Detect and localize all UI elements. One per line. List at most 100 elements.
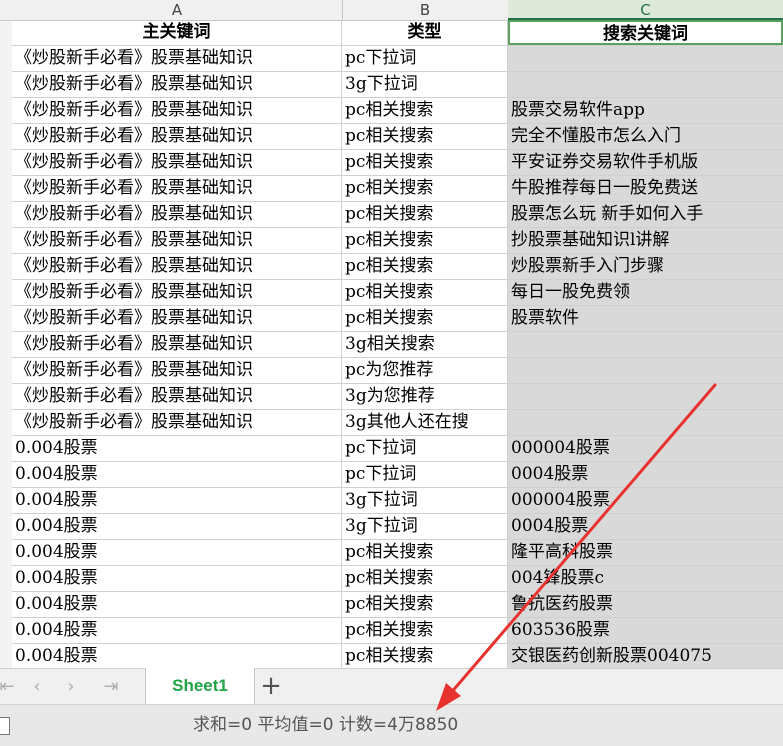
- cell-search-keyword[interactable]: 0004股票: [508, 462, 783, 487]
- cell-search-keyword[interactable]: 股票交易软件app: [508, 98, 783, 123]
- column-headers: A B C: [0, 0, 783, 21]
- cell-main-keyword[interactable]: 0.004股票: [12, 436, 342, 461]
- cell-type[interactable]: pc相关搜索: [342, 176, 508, 201]
- cell-search-keyword[interactable]: 抄股票基础知识l讲解: [508, 228, 783, 253]
- cell-search-keyword[interactable]: 完全不懂股市怎么入门: [508, 124, 783, 149]
- cell-search-keyword[interactable]: [508, 384, 783, 409]
- table-row: 《炒股新手必看》股票基础知识 3g其他人还在搜: [12, 410, 783, 436]
- cell-type[interactable]: pc相关搜索: [342, 644, 508, 669]
- table-row: 《炒股新手必看》股票基础知识 pc为您推荐: [12, 358, 783, 384]
- cell-type[interactable]: 3g下拉词: [342, 488, 508, 513]
- prev-sheet-icon[interactable]: ‹: [22, 669, 52, 705]
- cell-search-keyword[interactable]: 每日一股免费领: [508, 280, 783, 305]
- cell-main-keyword[interactable]: 《炒股新手必看》股票基础知识: [12, 202, 342, 227]
- sheet-tab-bar: ⇤ ‹ › ⇥ Sheet1 +: [0, 668, 783, 705]
- cell-search-keyword[interactable]: 隆平高科股票: [508, 540, 783, 565]
- cell-search-keyword[interactable]: 004锋股票c: [508, 566, 783, 591]
- cell-main-keyword[interactable]: 《炒股新手必看》股票基础知识: [12, 410, 342, 435]
- table-row: 《炒股新手必看》股票基础知识 pc相关搜索 每日一股免费领: [12, 280, 783, 306]
- header-cell-main-keyword[interactable]: 主关键词: [12, 20, 342, 45]
- cell-search-keyword[interactable]: 牛股推荐每日一股免费送: [508, 176, 783, 201]
- header-cell-search-keyword[interactable]: 搜索关键词: [508, 20, 783, 45]
- cell-type[interactable]: 3g相关搜索: [342, 332, 508, 357]
- cell-main-keyword[interactable]: 《炒股新手必看》股票基础知识: [12, 46, 342, 71]
- column-header-a[interactable]: A: [12, 0, 343, 20]
- cell-main-keyword[interactable]: 0.004股票: [12, 618, 342, 643]
- cell-search-keyword[interactable]: 炒股票新手入门步骤: [508, 254, 783, 279]
- cell-type[interactable]: pc相关搜索: [342, 280, 508, 305]
- cell-type[interactable]: 3g为您推荐: [342, 384, 508, 409]
- cell-type[interactable]: pc下拉词: [342, 462, 508, 487]
- cell-type[interactable]: pc相关搜索: [342, 540, 508, 565]
- cell-type[interactable]: pc相关搜索: [342, 150, 508, 175]
- cell-search-keyword[interactable]: [508, 358, 783, 383]
- cell-main-keyword[interactable]: 《炒股新手必看》股票基础知识: [12, 72, 342, 97]
- cell-main-keyword[interactable]: 0.004股票: [12, 566, 342, 591]
- cell-search-keyword[interactable]: 股票软件: [508, 306, 783, 331]
- sheet-tab-sheet1[interactable]: Sheet1: [145, 668, 255, 704]
- next-sheet-icon[interactable]: ›: [56, 669, 86, 705]
- cell-type[interactable]: pc下拉词: [342, 436, 508, 461]
- row-number-gutter: [0, 0, 12, 670]
- cell-type[interactable]: 3g下拉词: [342, 72, 508, 97]
- cell-main-keyword[interactable]: 《炒股新手必看》股票基础知识: [12, 280, 342, 305]
- cell-type[interactable]: pc为您推荐: [342, 358, 508, 383]
- cell-main-keyword[interactable]: 《炒股新手必看》股票基础知识: [12, 384, 342, 409]
- cell-search-keyword[interactable]: 000004股票: [508, 488, 783, 513]
- cell-type[interactable]: pc相关搜索: [342, 124, 508, 149]
- cell-main-keyword[interactable]: 《炒股新手必看》股票基础知识: [12, 254, 342, 279]
- status-summary: 求和=0 平均值=0 计数=4万8850: [193, 715, 459, 735]
- cell-type[interactable]: pc相关搜索: [342, 306, 508, 331]
- cell-main-keyword[interactable]: 0.004股票: [12, 592, 342, 617]
- cell-type[interactable]: pc下拉词: [342, 46, 508, 71]
- cell-type[interactable]: pc相关搜索: [342, 566, 508, 591]
- cell-main-keyword[interactable]: 《炒股新手必看》股票基础知识: [12, 124, 342, 149]
- cell-search-keyword[interactable]: [508, 72, 783, 97]
- cell-main-keyword[interactable]: 0.004股票: [12, 462, 342, 487]
- cell-type[interactable]: pc相关搜索: [342, 592, 508, 617]
- cell-main-keyword[interactable]: 0.004股票: [12, 514, 342, 539]
- cell-main-keyword[interactable]: 《炒股新手必看》股票基础知识: [12, 358, 342, 383]
- table-row: 《炒股新手必看》股票基础知识 pc相关搜索 完全不懂股市怎么入门: [12, 124, 783, 150]
- table-row: 0.004股票 pc相关搜索 鲁抗医药股票: [12, 592, 783, 618]
- cell-type[interactable]: 3g下拉词: [342, 514, 508, 539]
- cell-main-keyword[interactable]: 《炒股新手必看》股票基础知识: [12, 150, 342, 175]
- header-cell-type[interactable]: 类型: [342, 20, 508, 45]
- column-header-c[interactable]: C: [508, 0, 783, 20]
- table-row: 0.004股票 pc相关搜索 004锋股票c: [12, 566, 783, 592]
- table-row: 0.004股票 pc下拉词 0004股票: [12, 462, 783, 488]
- cell-search-keyword[interactable]: 股票怎么玩 新手如何入手: [508, 202, 783, 227]
- cell-type[interactable]: pc相关搜索: [342, 98, 508, 123]
- cell-search-keyword[interactable]: 0004股票: [508, 514, 783, 539]
- first-sheet-icon[interactable]: ⇤: [0, 669, 22, 705]
- cell-type[interactable]: pc相关搜索: [342, 228, 508, 253]
- table-row: 《炒股新手必看》股票基础知识 3g下拉词: [12, 72, 783, 98]
- cell-type[interactable]: pc相关搜索: [342, 618, 508, 643]
- table-row: 《炒股新手必看》股票基础知识 pc相关搜索 平安证券交易软件手机版: [12, 150, 783, 176]
- cell-search-keyword[interactable]: [508, 46, 783, 71]
- cell-main-keyword[interactable]: 《炒股新手必看》股票基础知识: [12, 306, 342, 331]
- cell-search-keyword[interactable]: 平安证券交易软件手机版: [508, 150, 783, 175]
- cell-main-keyword[interactable]: 0.004股票: [12, 644, 342, 669]
- cell-search-keyword[interactable]: 603536股票: [508, 618, 783, 643]
- cell-main-keyword[interactable]: 《炒股新手必看》股票基础知识: [12, 332, 342, 357]
- document-icon: [0, 717, 10, 735]
- cell-main-keyword[interactable]: 《炒股新手必看》股票基础知识: [12, 176, 342, 201]
- last-sheet-icon[interactable]: ⇥: [96, 669, 126, 705]
- add-sheet-button[interactable]: +: [256, 669, 286, 705]
- cell-type[interactable]: pc相关搜索: [342, 254, 508, 279]
- table-row: 0.004股票 pc相关搜索 隆平高科股票: [12, 540, 783, 566]
- cell-search-keyword[interactable]: 交银医药创新股票004075: [508, 644, 783, 669]
- cell-search-keyword[interactable]: [508, 410, 783, 435]
- cell-search-keyword[interactable]: 鲁抗医药股票: [508, 592, 783, 617]
- cell-search-keyword[interactable]: 000004股票: [508, 436, 783, 461]
- cell-main-keyword[interactable]: 0.004股票: [12, 488, 342, 513]
- cell-main-keyword[interactable]: 《炒股新手必看》股票基础知识: [12, 98, 342, 123]
- cell-type[interactable]: 3g其他人还在搜: [342, 410, 508, 435]
- cell-type[interactable]: pc相关搜索: [342, 202, 508, 227]
- table-row: 《炒股新手必看》股票基础知识 3g相关搜索: [12, 332, 783, 358]
- column-header-b[interactable]: B: [342, 0, 509, 20]
- cell-search-keyword[interactable]: [508, 332, 783, 357]
- cell-main-keyword[interactable]: 《炒股新手必看》股票基础知识: [12, 228, 342, 253]
- cell-main-keyword[interactable]: 0.004股票: [12, 540, 342, 565]
